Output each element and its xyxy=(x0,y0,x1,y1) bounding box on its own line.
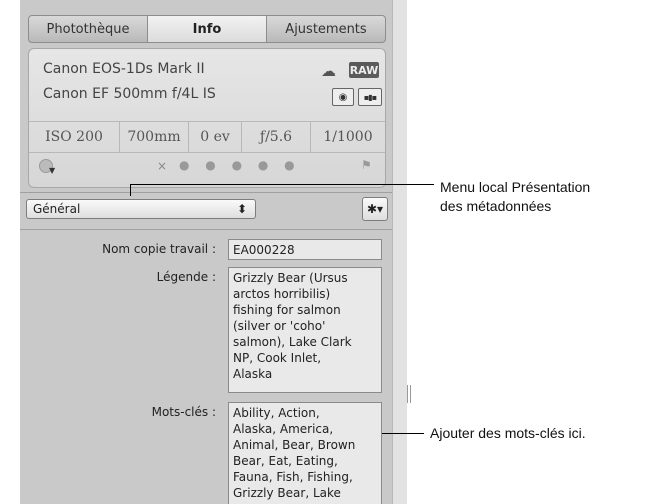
exif-focal-length: 700mm xyxy=(120,122,189,152)
callout-keywords: Ajouter des mots-clés ici. xyxy=(430,425,586,441)
camera-model: Canon EOS-1Ds Mark II xyxy=(43,61,205,77)
callout-leader-menu xyxy=(130,184,434,185)
caption-label: Légende : xyxy=(156,270,216,284)
chevron-down-icon[interactable]: ▼ xyxy=(49,166,55,175)
metadata-view-selected: Général xyxy=(33,202,81,216)
keywords-field[interactable]: Ability, Action, Alaska, America, Animal… xyxy=(228,402,382,504)
focus-point-icon[interactable]: ◉ xyxy=(332,88,354,106)
exif-exposure-bias: 0 ev xyxy=(189,122,242,152)
callout-leader-keywords xyxy=(382,433,424,434)
callout-leader-vertical xyxy=(130,184,131,196)
reject-icon[interactable]: × xyxy=(157,159,167,173)
caption-field[interactable]: Grizzly Bear (Ursus arctos horribilis) f… xyxy=(228,267,382,393)
metadata-view-select[interactable]: Général ⬍ xyxy=(26,199,256,219)
inspector-tabs: Photothèque Info Ajustements xyxy=(28,15,386,43)
resize-grip[interactable] xyxy=(407,385,411,403)
panel-scrollbar[interactable] xyxy=(392,0,407,504)
exif-strip: ISO 200 700mm 0 ev ƒ/5.6 1/1000 xyxy=(29,121,385,153)
raw-badge: RAW xyxy=(349,62,379,78)
version-name-label: Nom copie travail : xyxy=(102,242,216,256)
flag-icon[interactable]: ⚑ xyxy=(361,158,372,172)
tab-library[interactable]: Photothèque xyxy=(29,16,148,42)
tab-adjustments[interactable]: Ajustements xyxy=(267,16,385,42)
metadata-view-row: Général ⬍ ✱▾ xyxy=(20,192,392,230)
exif-shutter: 1/1000 xyxy=(323,129,373,145)
histogram-icon[interactable]: ▪▮▪ xyxy=(358,88,382,106)
camera-info-box: Canon EOS-1Ds Mark II Canon EF 500mm f/4… xyxy=(28,48,386,188)
rating-dots[interactable]: ● ● ● ● ● xyxy=(179,158,301,172)
version-name-field[interactable]: EA000228 xyxy=(228,239,382,260)
gear-icon[interactable]: ✱▾ xyxy=(362,197,388,221)
tab-info[interactable]: Info xyxy=(148,16,267,42)
exif-iso: ISO 200 xyxy=(29,122,120,152)
inspector-panel: Photothèque Info Ajustements Canon EOS-1… xyxy=(20,0,392,504)
updown-arrows-icon: ⬍ xyxy=(236,202,247,216)
keywords-label: Mots-clés : xyxy=(151,405,216,419)
callout-metadata-menu: Menu local Présentation des métadonnées xyxy=(440,179,591,214)
lens-model: Canon EF 500mm f/4L IS xyxy=(43,86,216,102)
exif-aperture: ƒ/5.6 xyxy=(242,122,311,152)
cloud-icon: ☁ xyxy=(321,62,336,80)
